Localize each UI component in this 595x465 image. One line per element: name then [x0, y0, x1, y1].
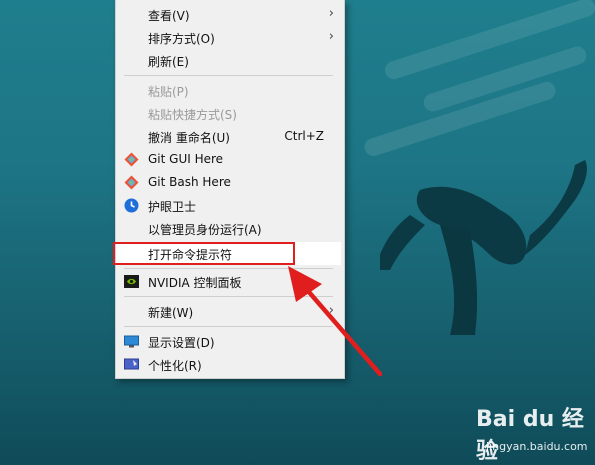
menu-item-eye-guard[interactable]: 护眼卫士: [116, 194, 344, 217]
watermark-brand: Bai du 经验: [476, 407, 584, 464]
menu-item-label: Git GUI Here: [148, 152, 224, 166]
menu-item-git-bash[interactable]: Git Bash Here: [116, 171, 344, 194]
menu-item-sort[interactable]: 排序方式(O) ›: [116, 26, 344, 49]
menu-item-label: 粘贴快捷方式(S): [148, 108, 237, 122]
menu-item-label: 新建(W): [148, 306, 194, 320]
watermark-url: jingyan.baidu.com: [486, 440, 588, 453]
display-icon: [124, 335, 139, 348]
menu-item-label: 粘贴(P): [148, 85, 189, 99]
menu-item-refresh[interactable]: 刷新(E): [116, 49, 344, 72]
swimmer-silhouette: [380, 160, 587, 335]
menu-item-label: 护眼卫士: [148, 200, 197, 214]
menu-item-label: 个性化(R): [148, 359, 202, 373]
menu-item-git-gui[interactable]: Git GUI Here: [116, 148, 344, 171]
menu-item-paste-shortcut[interactable]: 粘贴快捷方式(S): [116, 102, 344, 125]
nvidia-icon: [124, 275, 139, 288]
menu-item-label: Git Bash Here: [148, 175, 231, 189]
menu-item-label: 撤消 重命名(U): [148, 131, 230, 145]
annotation-arrow: [288, 266, 383, 377]
menu-item-undo-rename[interactable]: 撤消 重命名(U) Ctrl+Z: [116, 125, 344, 148]
highlight-box: [113, 242, 295, 265]
menu-separator: [124, 75, 333, 76]
menu-item-label: 查看(V): [148, 9, 190, 23]
menu-item-shortcut: Ctrl+Z: [284, 129, 324, 143]
chevron-right-icon: ›: [328, 29, 334, 44]
clock-icon: [124, 198, 139, 213]
git-icon: [124, 175, 139, 190]
personalize-icon: [124, 358, 139, 370]
menu-item-label: 以管理员身份运行(A): [148, 223, 262, 237]
menu-item-label: NVIDIA 控制面板: [148, 276, 242, 290]
menu-item-label: 刷新(E): [148, 55, 189, 69]
menu-item-label: 排序方式(O): [148, 32, 215, 46]
menu-item-paste[interactable]: 粘贴(P): [116, 79, 344, 102]
chevron-right-icon: ›: [328, 6, 334, 21]
menu-item-run-as-admin[interactable]: 以管理员身份运行(A): [116, 217, 344, 240]
git-icon: [124, 152, 139, 167]
menu-item-label: 显示设置(D): [148, 336, 215, 350]
menu-item-view[interactable]: 查看(V) ›: [116, 3, 344, 26]
